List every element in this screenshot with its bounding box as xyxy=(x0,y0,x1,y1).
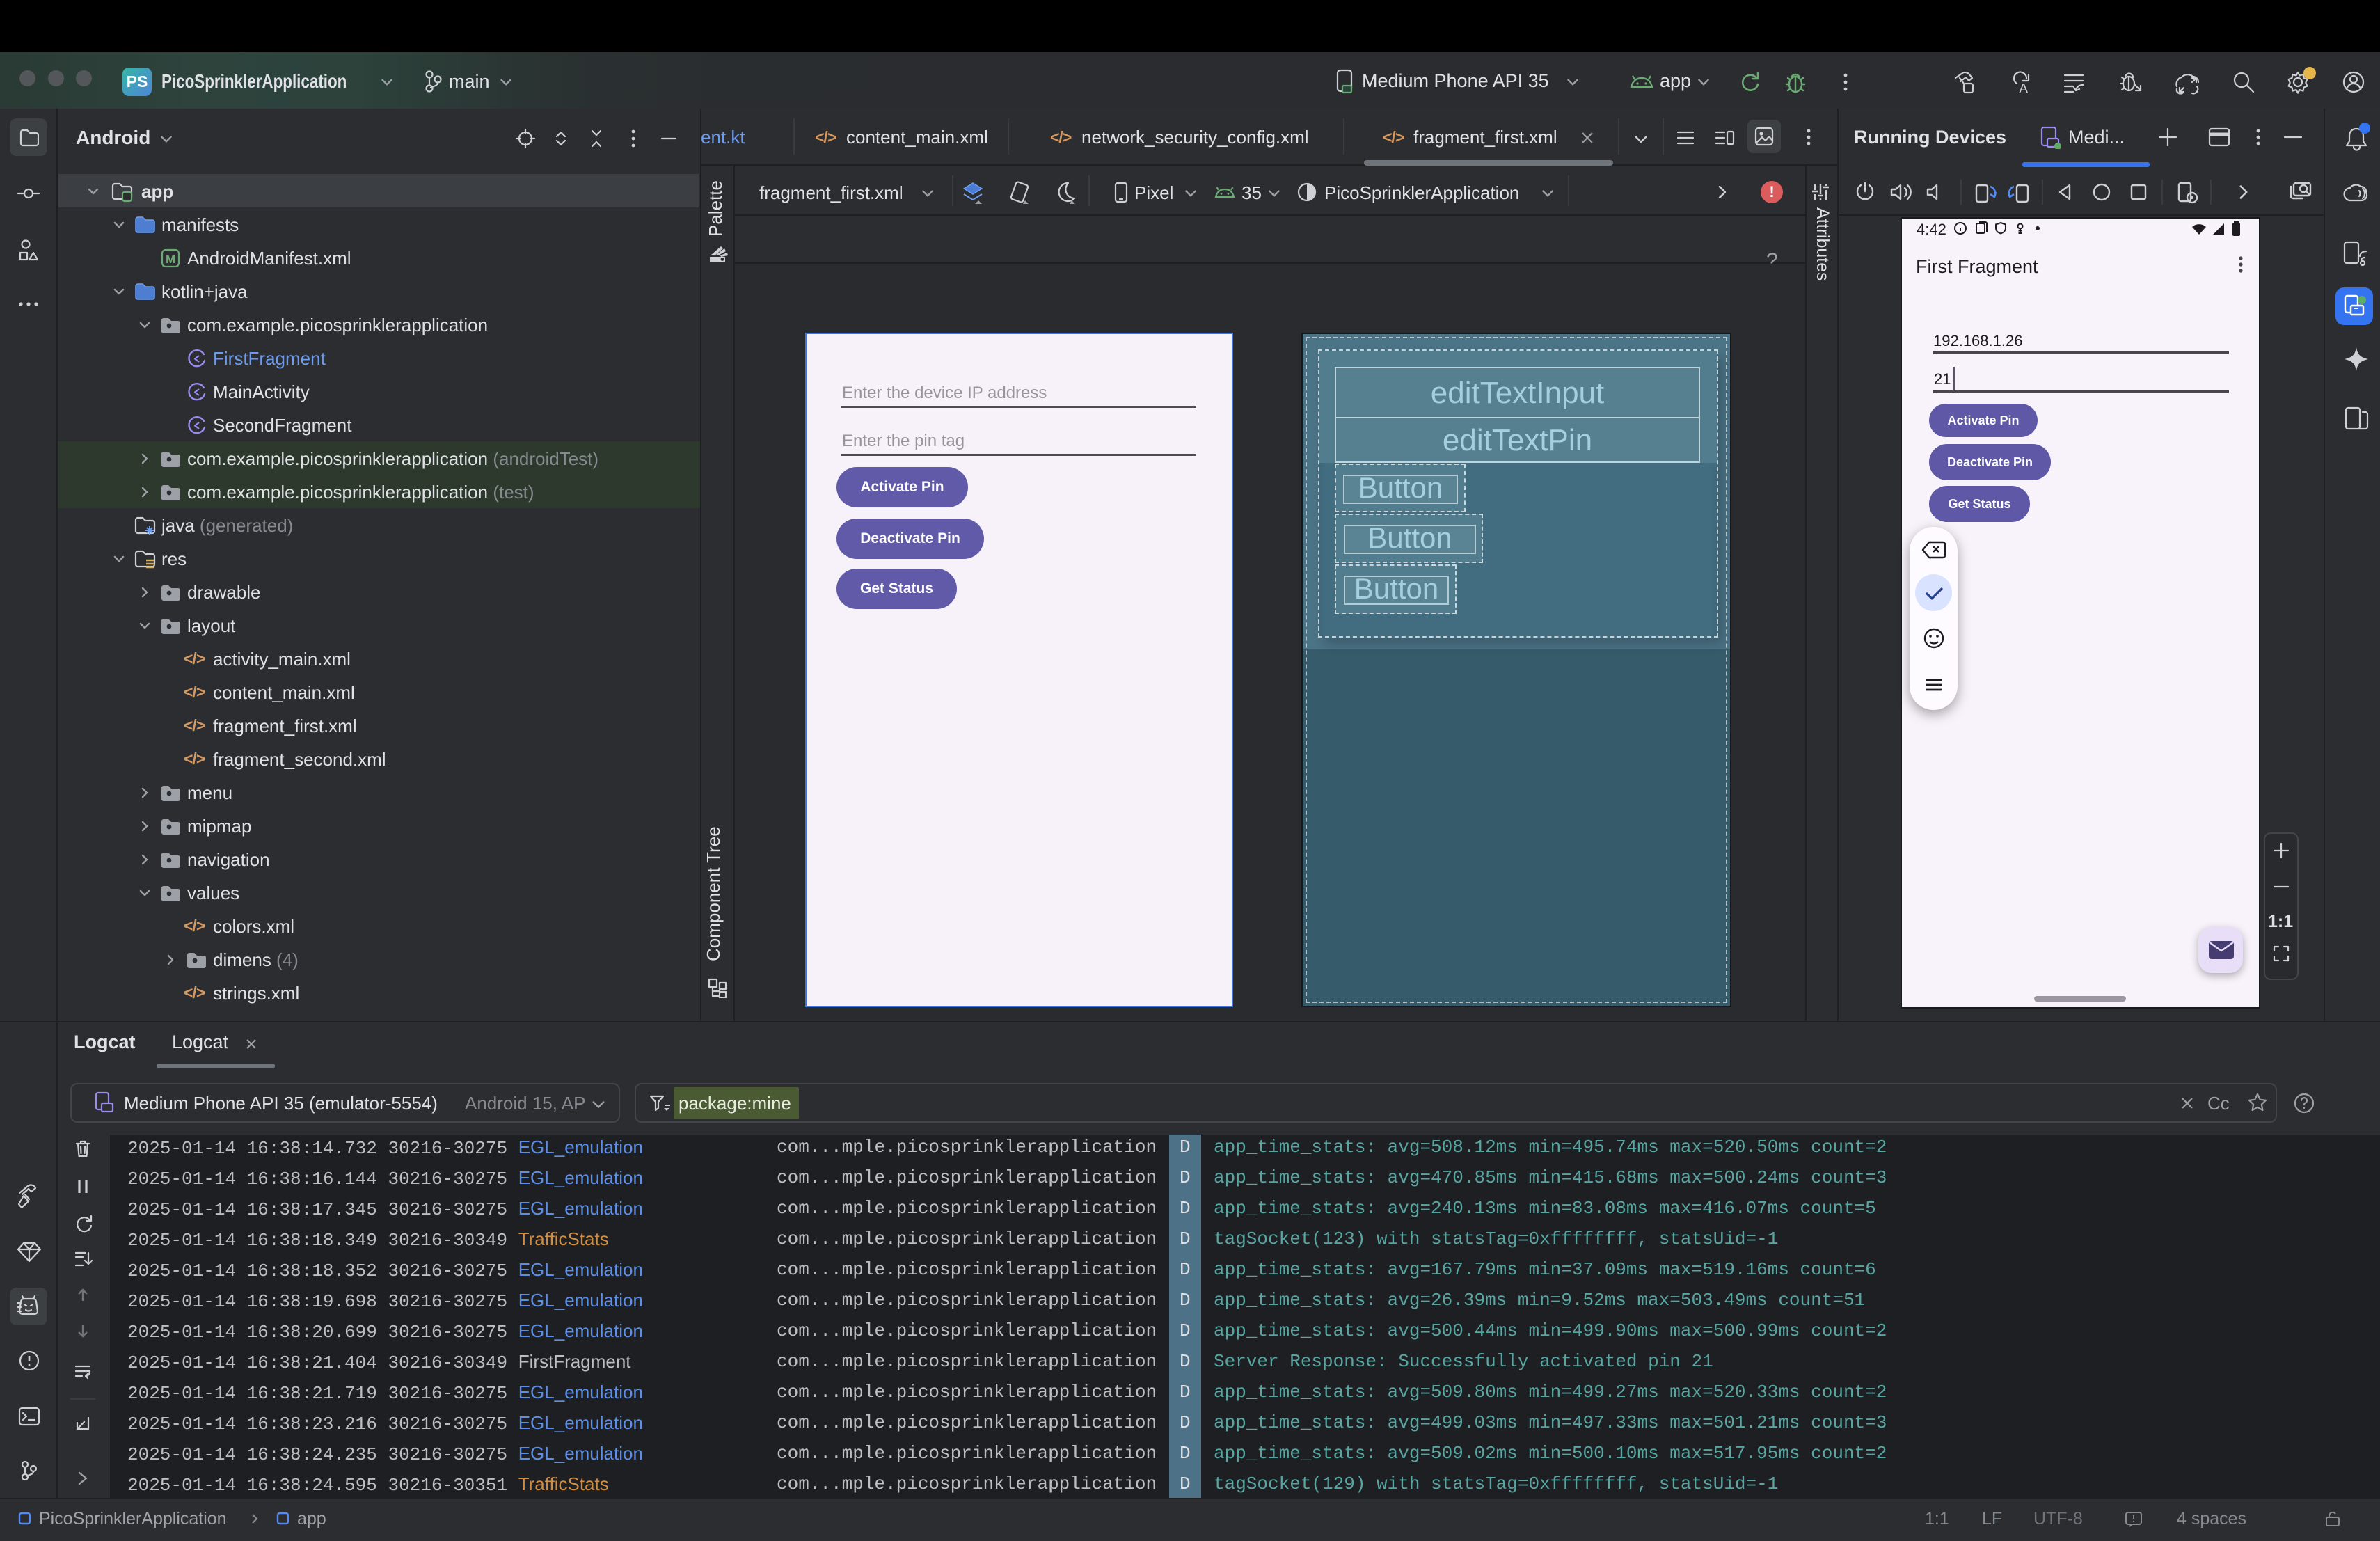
svg-text:A: A xyxy=(2019,81,2029,96)
svg-text:M: M xyxy=(166,253,175,266)
